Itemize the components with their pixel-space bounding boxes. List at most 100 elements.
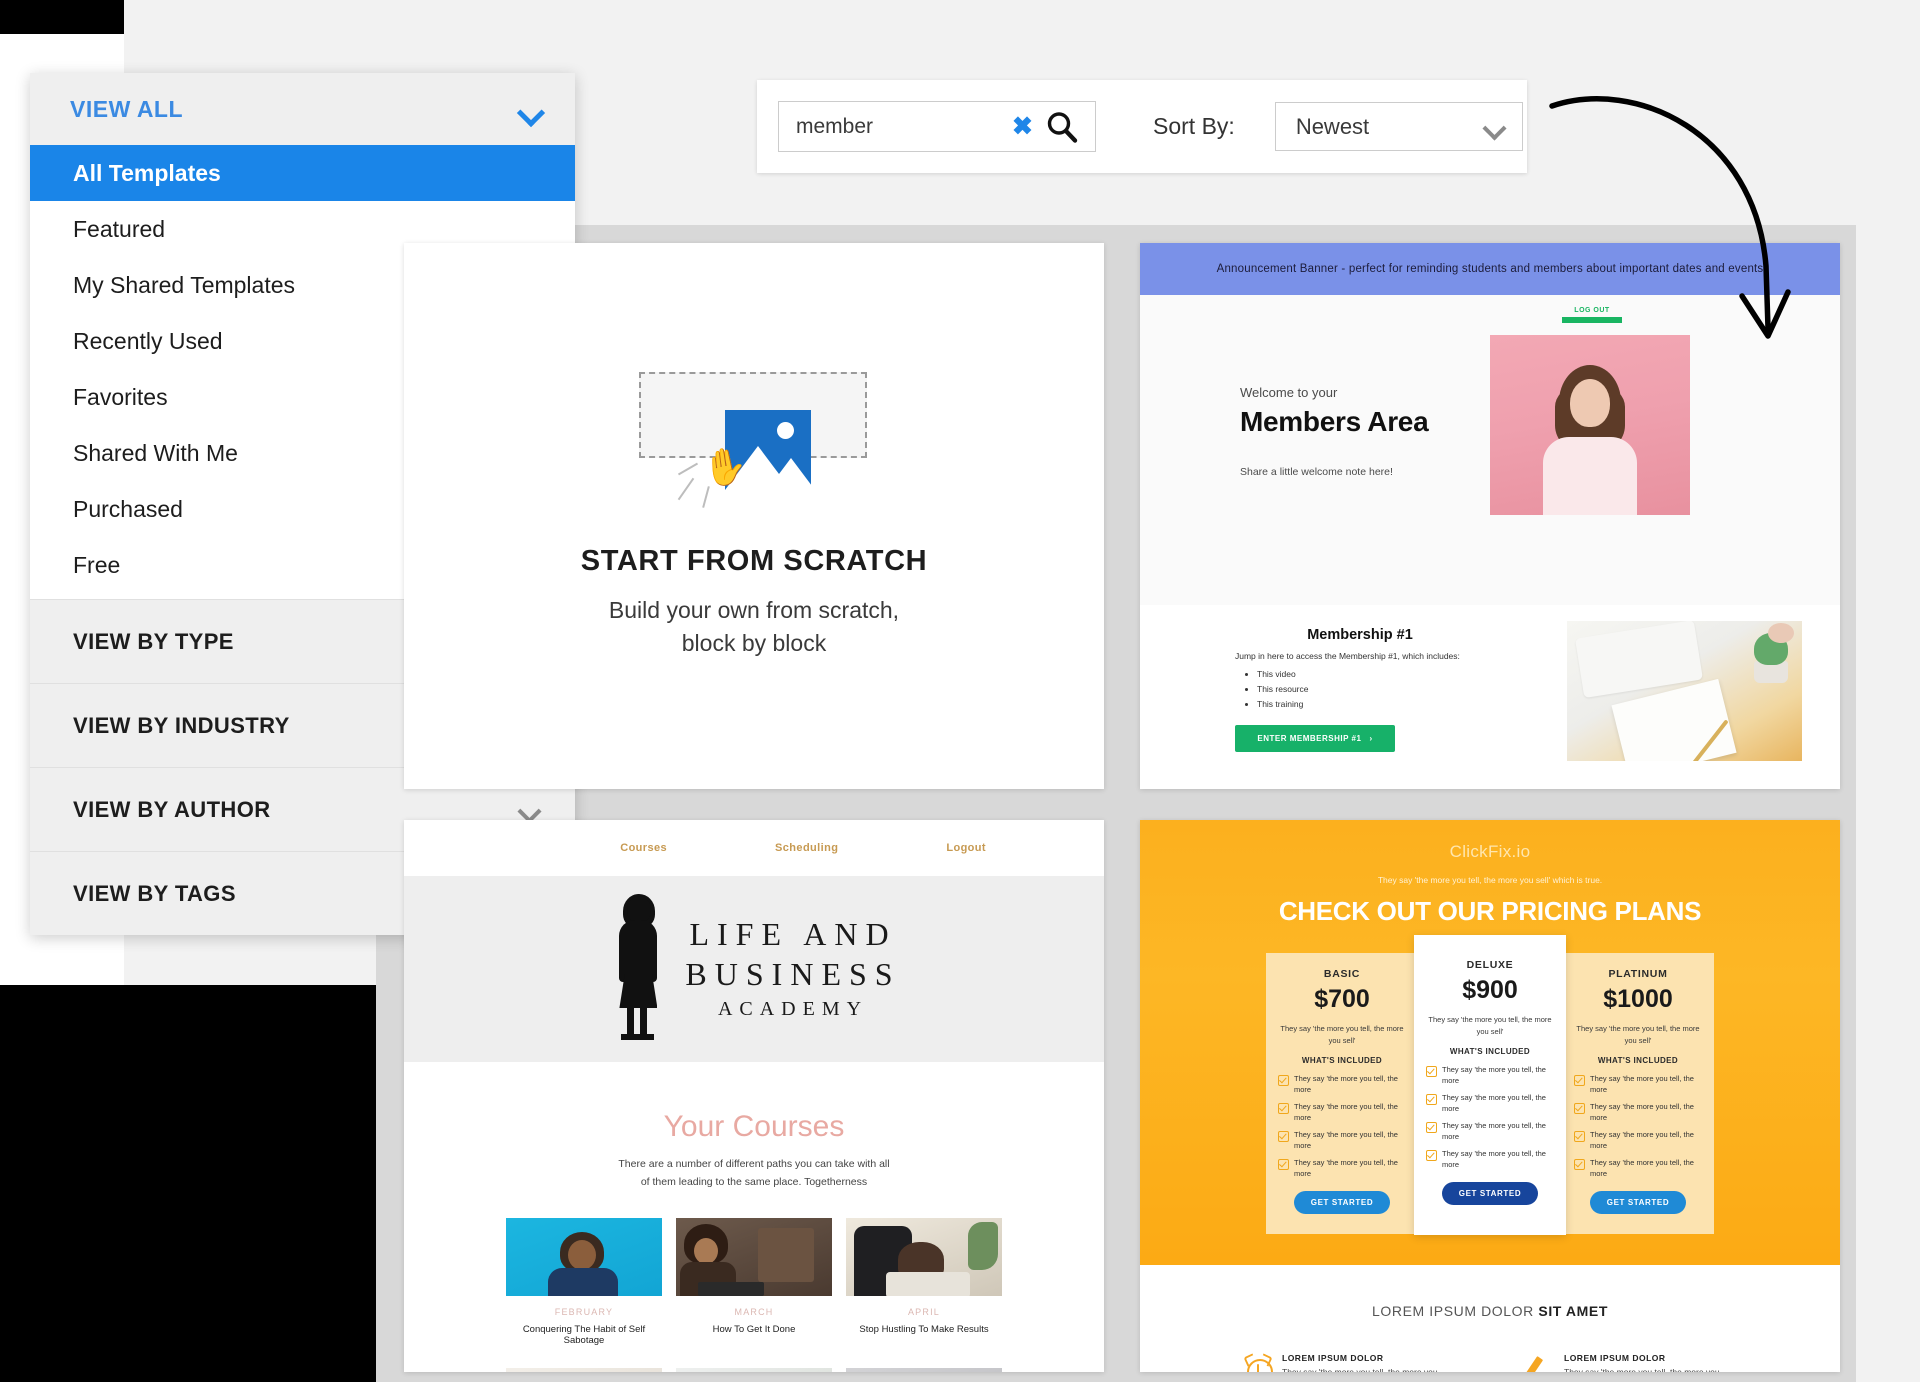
plan-name: PLATINUM (1608, 968, 1668, 980)
enter-membership-button[interactable]: ENTER MEMBERSHIP #1 › (1235, 724, 1395, 752)
plan-feature: They say 'the more you tell, the more (1442, 1121, 1546, 1141)
plan-price: $700 (1314, 985, 1370, 1013)
plan-blurb: They say 'the more you tell, the more yo… (1428, 1015, 1552, 1036)
courses-sub-line1: There are a number of different paths yo… (618, 1158, 890, 1170)
sidebar-item-all-templates[interactable]: All Templates (30, 145, 575, 201)
academy-courses-body: Your Courses There are a number of diffe… (404, 1062, 1104, 1372)
plan-blurb: They say 'the more you tell, the more yo… (1280, 1024, 1404, 1045)
course-name: How To Get It Done (712, 1323, 796, 1335)
template-card-pricing-plans[interactable]: ClickFix.io They say 'the more you tell,… (1140, 820, 1840, 1372)
course-thumbnail (846, 1367, 1002, 1372)
search-icon[interactable] (1045, 110, 1079, 144)
pencil-icon (1523, 1353, 1554, 1372)
course-item[interactable] (506, 1367, 662, 1372)
plan-feature: They say 'the more you tell, the more (1294, 1102, 1398, 1122)
logout-label: LOG OUT (1574, 307, 1610, 314)
list-item: This resource (1257, 682, 1485, 697)
courses-sub-line2: of them leading to the same place. Toget… (640, 1175, 868, 1188)
pricing-plan-platinum[interactable]: PLATINUM $1000 They say 'the more you te… (1562, 953, 1714, 1235)
your-courses-title: Your Courses (663, 1110, 845, 1143)
members-hero: Welcome to your Members Area Share a lit… (1140, 295, 1840, 605)
chevron-down-icon (1484, 120, 1506, 133)
get-started-button[interactable]: GET STARTED (1590, 1191, 1686, 1215)
plan-feature: They say 'the more you tell, the more (1590, 1074, 1694, 1094)
plan-feature: They say 'the more you tell, the more (1294, 1158, 1398, 1178)
plan-blurb: They say 'the more you tell, the more yo… (1576, 1024, 1700, 1045)
course-item[interactable]: APRIL Stop Hustling To Make Results (846, 1217, 1002, 1346)
footer-lorem-normal: LOREM IPSUM DOLOR (1371, 1303, 1539, 1320)
course-item[interactable] (846, 1367, 1002, 1372)
logout-underline (1562, 317, 1622, 323)
sidebar-item-label: Purchased (73, 495, 183, 522)
get-started-button[interactable]: GET STARTED (1442, 1182, 1538, 1206)
plan-feature: They say 'the more you tell, the more (1294, 1074, 1398, 1094)
check-icon (1574, 1075, 1585, 1087)
check-icon (1426, 1066, 1437, 1078)
course-item[interactable]: FEBRUARY Conquering The Habit of Self Sa… (506, 1217, 662, 1346)
academy-nav-logout[interactable]: Logout (946, 842, 986, 854)
announcement-banner: Announcement Banner - perfect for remind… (1140, 243, 1840, 295)
course-name: Conquering The Habit of Self Sabotage (522, 1323, 646, 1346)
footer-feature-item: LOREM IPSUM DOLOR They say 'the more you… (1243, 1353, 1454, 1372)
plan-feature: They say 'the more you tell, the more (1442, 1093, 1546, 1113)
backdrop-block-top-left (0, 0, 124, 34)
check-icon (1426, 1094, 1437, 1106)
plan-price: $1000 (1603, 985, 1673, 1013)
sort-by-label: Sort By: (1153, 113, 1235, 139)
academy-logo-line2: BUSINESS (685, 956, 901, 992)
course-thumbnail (676, 1217, 832, 1296)
academy-wordmark: LIFE AND BUSINESS ACADEMY (685, 914, 900, 1024)
course-item[interactable]: MARCH How To Get It Done (676, 1217, 832, 1346)
pricing-tagline: They say 'the more you tell, the more yo… (1377, 875, 1603, 885)
course-grid-row-1: FEBRUARY Conquering The Habit of Self Sa… (404, 1217, 1104, 1346)
woman-silhouette-icon (607, 894, 669, 1042)
sidebar-header-view-all[interactable]: VIEW ALL (30, 73, 575, 145)
plan-feature: They say 'the more you tell, the more (1590, 1102, 1694, 1122)
plan-included-label: WHAT'S INCLUDED (1597, 1056, 1679, 1066)
scratch-subtitle-line1: Build your own from scratch, (608, 596, 900, 623)
membership-description: Jump in here to access the Membership #1… (1235, 651, 1460, 661)
pricing-footer-features: LOREM IPSUM DOLOR They say 'the more you… (1140, 1353, 1840, 1372)
footer-feature-title: LOREM IPSUM DOLOR (1564, 1353, 1666, 1364)
check-icon (1426, 1150, 1437, 1162)
course-item[interactable] (676, 1367, 832, 1372)
pricing-plan-basic[interactable]: BASIC $700 They say 'the more you tell, … (1266, 953, 1418, 1235)
chevron-down-icon (519, 103, 541, 116)
get-started-button[interactable]: GET STARTED (1294, 1191, 1390, 1215)
template-card-life-and-business-academy[interactable]: Courses Scheduling Logout LIFE AND BUSIN… (404, 820, 1104, 1372)
scratch-subtitle-line2: block by block (681, 630, 827, 656)
check-icon (1574, 1131, 1585, 1143)
academy-nav-courses[interactable]: Courses (620, 842, 667, 854)
footer-feature-item: LOREM IPSUM DOLOR They say 'the more you… (1523, 1353, 1736, 1372)
check-icon (1278, 1075, 1289, 1087)
course-month: APRIL (907, 1306, 940, 1317)
plan-included-label: WHAT'S INCLUDED (1301, 1056, 1383, 1066)
pricing-footer: LOREM IPSUM DOLOR SIT AMET LOREM IPSUM D… (1140, 1265, 1840, 1372)
course-thumbnail (506, 1367, 662, 1372)
check-icon (1574, 1103, 1585, 1115)
course-thumbnail (676, 1367, 832, 1372)
membership-photo (1567, 621, 1802, 761)
scratch-title: START FROM SCRATCH (580, 544, 928, 577)
search-box[interactable]: ✖ (778, 101, 1096, 152)
sidebar-item-label: Free (73, 551, 121, 578)
logout-link[interactable]: LOG OUT (1560, 307, 1624, 323)
membership-section: Membership #1 Jump in here to access the… (1140, 605, 1840, 787)
scratch-subtitle: Build your own from scratch, block by bl… (609, 594, 899, 661)
check-icon (1278, 1103, 1289, 1115)
academy-nav-scheduling[interactable]: Scheduling (775, 842, 838, 854)
plan-feature: They say 'the more you tell, the more (1442, 1149, 1546, 1169)
pricing-plan-deluxe[interactable]: DELUXE $900 They say 'the more you tell,… (1414, 935, 1566, 1236)
sidebar-section-label: VIEW BY TYPE (73, 628, 234, 654)
template-card-start-from-scratch[interactable]: ✋ START FROM SCRATCH Build your own from… (404, 243, 1104, 789)
template-card-members-area[interactable]: Announcement Banner - perfect for remind… (1140, 243, 1840, 789)
list-item: This training (1257, 697, 1485, 712)
plan-price: $900 (1462, 976, 1518, 1004)
academy-logo-line3: ACADEMY (717, 998, 869, 1020)
sort-by-value: Newest (1295, 113, 1370, 139)
x-clear-icon[interactable]: ✖ (1012, 114, 1033, 139)
search-input[interactable] (779, 113, 998, 140)
sort-by-select[interactable]: Newest (1274, 102, 1523, 151)
your-courses-subtitle: There are a number of different paths yo… (404, 1156, 1104, 1192)
plan-name: DELUXE (1466, 959, 1514, 971)
